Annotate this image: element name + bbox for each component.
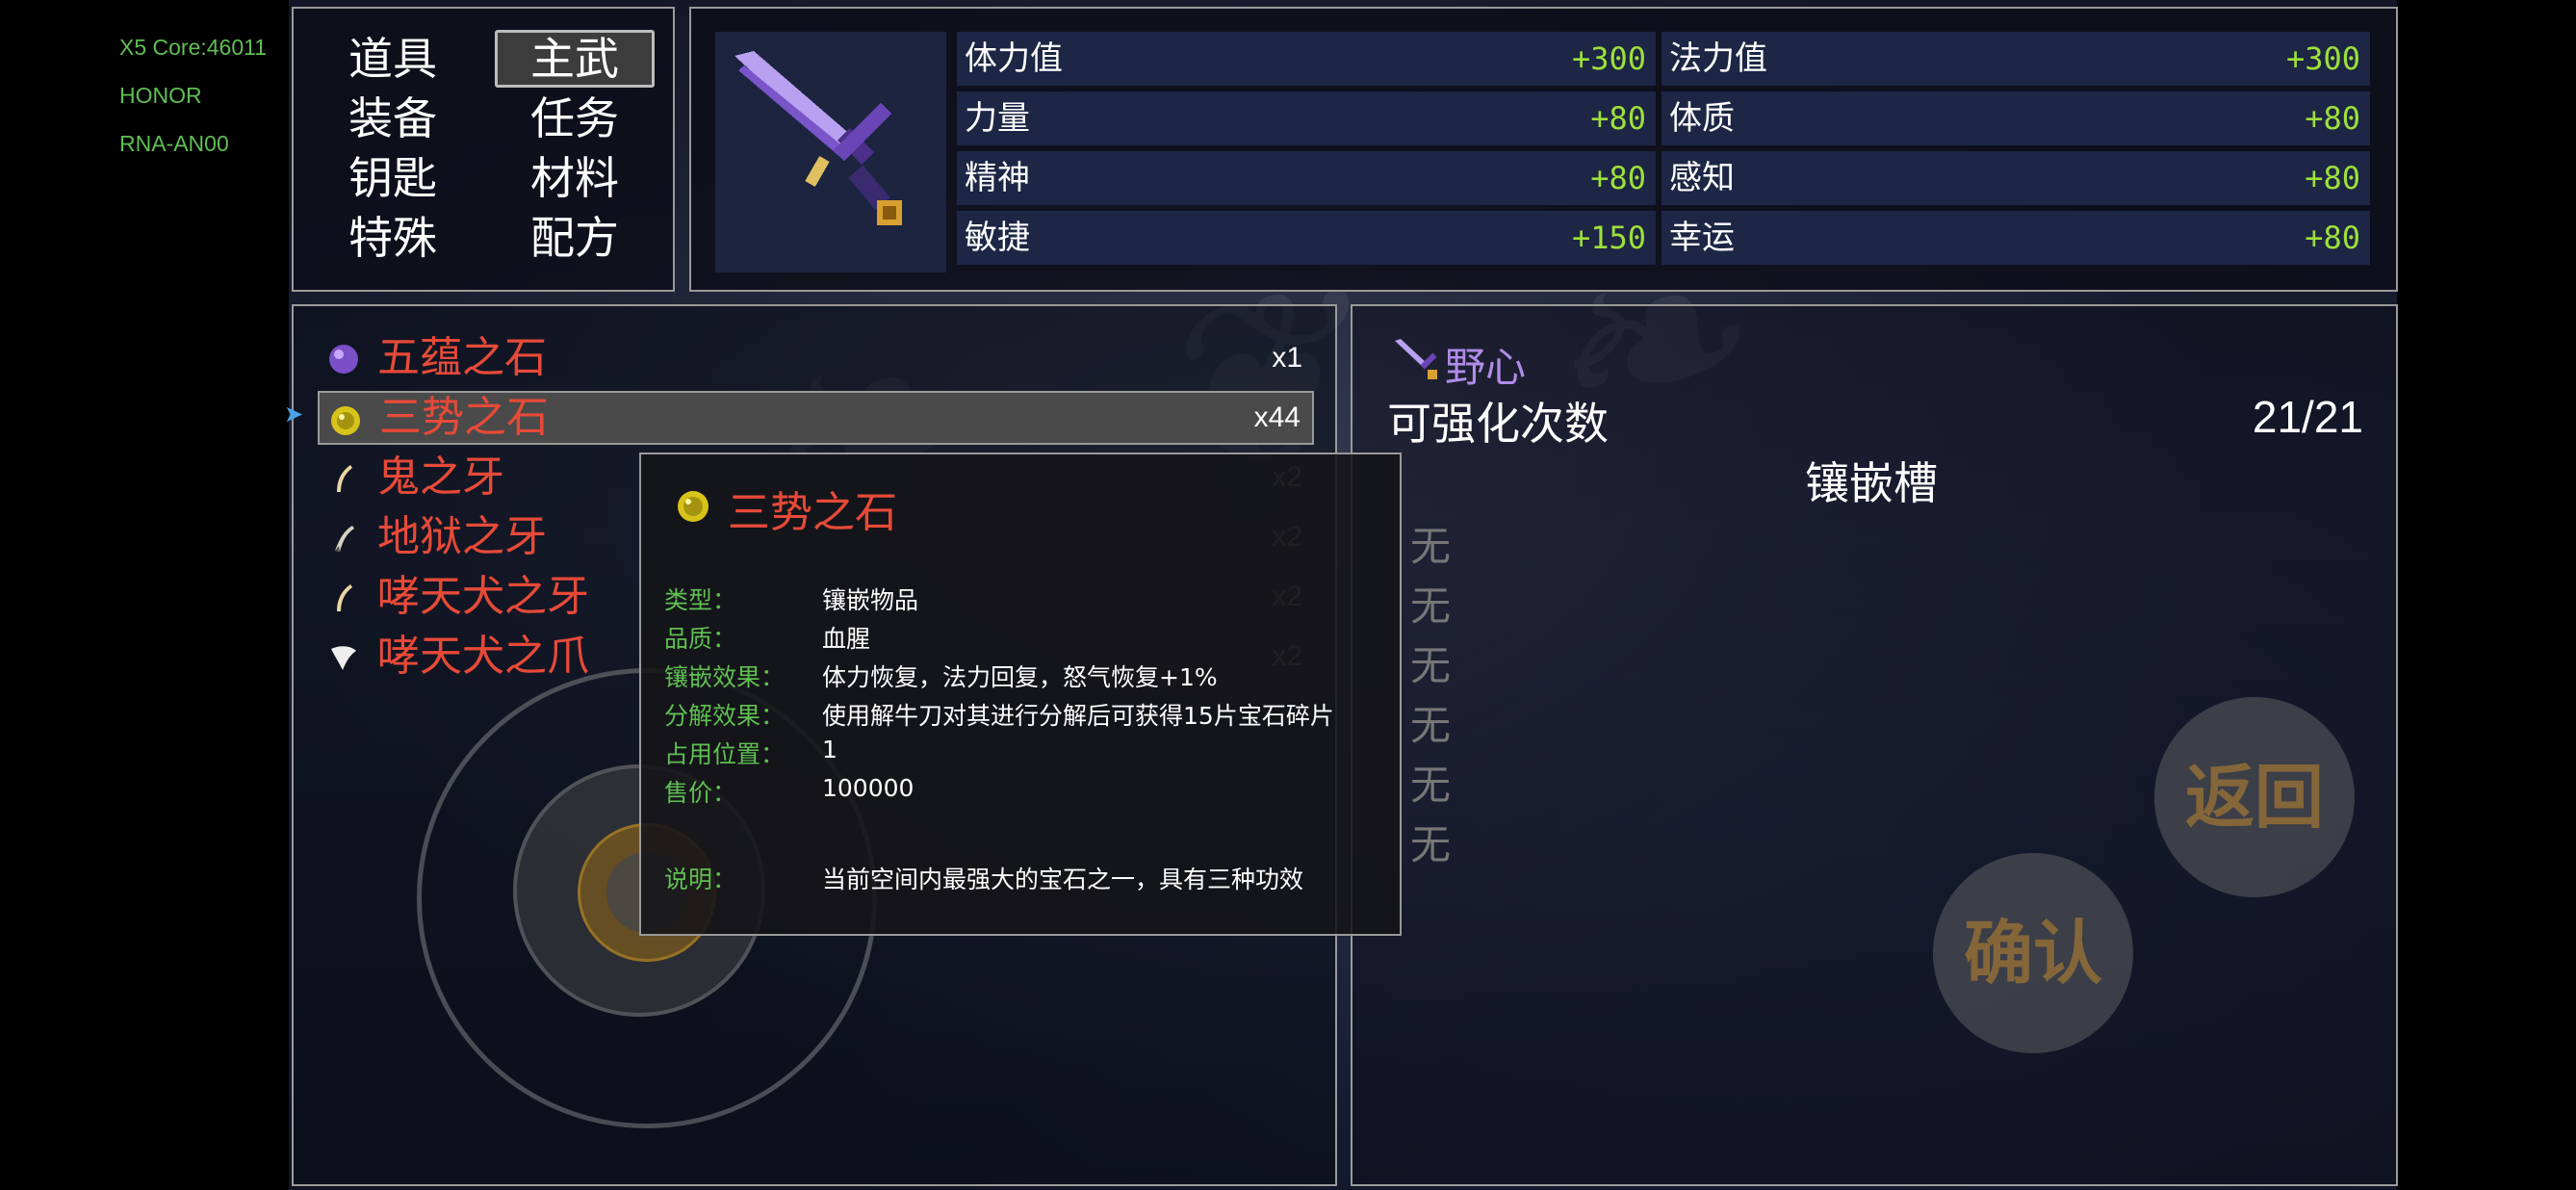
stat-name: 精神 [965, 159, 1030, 197]
item-name: 哮天犬之牙 [377, 572, 589, 621]
stat-value: +80 [1590, 100, 1646, 137]
socket-slot[interactable]: 无 [1410, 753, 1451, 812]
stat-row-mp: 法力值 +300 [1662, 32, 2370, 86]
item-tooltip: 三势之石 类型： 镶嵌物品 品质： 血腥 镶嵌效果： 体力恢复，法力回复，怒气恢… [639, 453, 1402, 936]
socket-slot[interactable]: 无 [1410, 634, 1451, 692]
back-button[interactable]: 返回 [2154, 697, 2355, 897]
category-tab-main-weapon[interactable]: 主武 [495, 30, 655, 88]
tooltip-value: 1 [822, 736, 837, 763]
tooltip-label: 类型： [664, 586, 737, 614]
device-brand-label: HONOR [119, 83, 202, 108]
tooltip-label: 分解效果： [664, 702, 786, 730]
item-name: 五蕴之石 [377, 333, 547, 382]
equipment-name: 野心 [1445, 344, 1527, 391]
item-name: 三势之石 [379, 393, 549, 442]
category-tab-quest[interactable]: 任务 [495, 90, 655, 147]
tooltip-title: 三势之石 [728, 488, 897, 537]
selection-arrow-icon: ➤ [284, 401, 304, 427]
tooltip-label: 售价： [664, 779, 737, 807]
stat-value: +150 [1571, 220, 1646, 256]
stat-row-perception: 感知 +80 [1662, 151, 2370, 205]
socket-slot[interactable]: 无 [1410, 514, 1451, 573]
stat-name: 体质 [1669, 99, 1735, 138]
stat-value: +80 [2305, 100, 2360, 137]
claw-icon [331, 646, 356, 670]
tooltip-value: 血腥 [822, 625, 871, 653]
tooltip-value: 使用解牛刀对其进行分解后可获得15片宝石碎片 [822, 702, 1334, 730]
category-tab-special[interactable]: 特殊 [313, 209, 473, 267]
item-name: 鬼之牙 [377, 453, 504, 502]
yellow-gem-icon [678, 491, 708, 522]
game-screen: ❧ ❦ ❧ X5 Core:46011 HONOR RNA-AN00 道具 主武… [0, 0, 2576, 1190]
stat-name: 感知 [1669, 159, 1735, 197]
weapon-stats-panel: 体力值 +300 法力值 +300 力量 +80 体质 +80 精神 +80 感… [689, 7, 2398, 292]
category-tab-recipes[interactable]: 配方 [495, 209, 655, 267]
socket-slot[interactable]: 无 [1410, 813, 1451, 871]
tooltip-label: 品质： [664, 625, 737, 653]
sword-icon [1395, 339, 1437, 379]
socket-slot[interactable]: 无 [1410, 693, 1451, 752]
tooltip-value: 镶嵌物品 [822, 586, 919, 614]
sword-icon [734, 51, 902, 225]
category-panel: 道具 主武 装备 任务 钥匙 材料 特殊 配方 [292, 7, 675, 292]
weapon-portrait [715, 32, 946, 272]
item-qty: x44 [1253, 401, 1301, 433]
tooltip-value: 100000 [822, 774, 914, 802]
confirm-button[interactable]: 确认 [1933, 853, 2133, 1053]
stat-value: +80 [1590, 160, 1646, 196]
category-tab-items[interactable]: 道具 [313, 30, 473, 88]
tooltip-label: 说明： [664, 866, 737, 893]
list-item[interactable]: 五蕴之石 x1 [318, 331, 1314, 385]
enhance-count-value: 21/21 [2252, 392, 2363, 442]
stat-name: 幸运 [1669, 219, 1735, 257]
tooltip-value: 体力恢复，法力回复，怒气恢复+1% [822, 663, 1218, 691]
fang-icon [337, 584, 352, 611]
stat-row-hp: 体力值 +300 [957, 32, 1656, 86]
enhance-count-label: 可强化次数 [1387, 398, 1609, 450]
category-tab-keys[interactable]: 钥匙 [313, 149, 473, 207]
stat-value: +80 [2305, 160, 2360, 196]
item-qty: x1 [1272, 342, 1302, 374]
category-tab-equipment[interactable]: 装备 [313, 90, 473, 147]
device-core-label: X5 Core:46011 [119, 35, 268, 60]
purple-orb-icon [329, 345, 358, 374]
stat-row-strength: 力量 +80 [957, 91, 1656, 145]
yellow-gem-icon [331, 406, 360, 435]
list-item-selected[interactable]: 三势之石 x44 [318, 391, 1314, 445]
stat-name: 力量 [965, 99, 1030, 138]
stat-row-constitution: 体质 +80 [1662, 91, 2370, 145]
tooltip-value: 当前空间内最强大的宝石之一，具有三种功效 [822, 866, 1304, 893]
stat-value: +300 [2285, 40, 2360, 77]
socket-section-title: 镶嵌槽 [1805, 457, 1938, 509]
category-tab-materials[interactable]: 材料 [495, 149, 655, 207]
stat-name: 体力值 [965, 39, 1063, 78]
fang-icon [337, 465, 352, 492]
stat-value: +300 [1571, 40, 1646, 77]
tooltip-label: 镶嵌效果： [664, 663, 786, 691]
stat-name: 法力值 [1669, 39, 1767, 78]
stat-row-luck: 幸运 +80 [1662, 211, 2370, 265]
item-name: 哮天犬之爪 [377, 632, 589, 681]
stat-name: 敏捷 [965, 219, 1030, 257]
dark-fang-icon [335, 526, 354, 552]
tooltip-label: 占用位置： [664, 740, 786, 768]
stat-row-agility: 敏捷 +150 [957, 211, 1656, 265]
socket-slot[interactable]: 无 [1410, 574, 1451, 633]
stat-row-spirit: 精神 +80 [957, 151, 1656, 205]
stat-value: +80 [2305, 220, 2360, 256]
item-name: 地狱之牙 [377, 512, 547, 561]
device-model-label: RNA-AN00 [119, 131, 229, 156]
device-info: X5 Core:46011 HONOR RNA-AN00 [119, 23, 267, 168]
